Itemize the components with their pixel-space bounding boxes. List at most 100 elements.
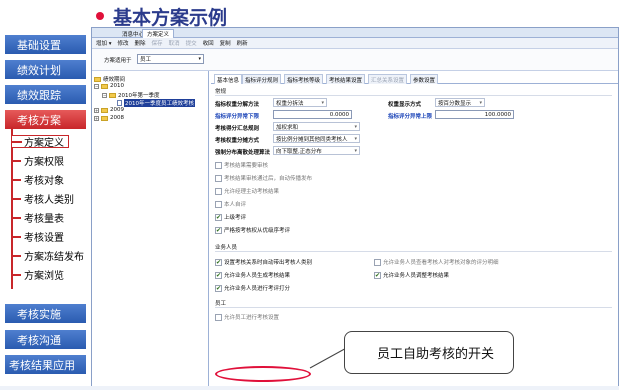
nav-result-application[interactable]: 考核结果应用 xyxy=(5,355,86,374)
sub-nav-plan-browse[interactable]: 方案浏览 xyxy=(11,268,64,282)
sub-nav-plan-permission[interactable]: 方案权限 xyxy=(11,154,64,168)
nav-assessment-communication[interactable]: 考核沟通 xyxy=(5,330,86,349)
apply-to-select[interactable]: 员工 ▾ xyxy=(137,54,204,64)
tick-mark xyxy=(11,254,21,257)
tab-basic-info[interactable]: 基本信息 xyxy=(214,74,243,84)
checkbox-box: ✔ xyxy=(215,226,222,234)
section-general: 常规 xyxy=(215,89,227,95)
tree-label: 2009 xyxy=(110,107,124,113)
chevron-down-icon: ▾ xyxy=(198,56,201,62)
withdraw-button[interactable]: 收回 xyxy=(203,39,214,47)
sub-nav-assessment-settings[interactable]: 考核设置 xyxy=(11,230,64,244)
summary-rule-select[interactable]: 加权求和 ▾ xyxy=(273,122,360,131)
manager-result-checkbox[interactable]: 允许经理主动考核结果 xyxy=(215,187,279,195)
checkbox-label: 允许业务人员查看考核人对考核对象的评分明细 xyxy=(383,260,499,266)
weight-display-select[interactable]: 按百分数显示 ▾ xyxy=(435,98,485,107)
edit-button[interactable]: 修改 xyxy=(118,39,129,47)
score-upper-label: 指标评分异常上限 xyxy=(388,114,433,120)
page-title: 基本方案示例 xyxy=(113,7,228,29)
employee-self-assessment-checkbox[interactable]: 允许员工进行考核设置 xyxy=(215,313,279,321)
tree-node-2010[interactable]: − 2010 xyxy=(94,83,124,89)
tree-label: 2008 xyxy=(110,115,124,121)
score-lower-label: 指标评分异常下限 xyxy=(215,114,260,120)
staff-scoring-checkbox[interactable]: ✔ 允许业务人员进行考评打分 xyxy=(215,284,290,292)
cancel-button[interactable]: 取消 xyxy=(169,39,180,47)
tab-grade-levels[interactable]: 指标考核等级 xyxy=(284,74,324,84)
nav-performance-plan[interactable]: 绩效计划 xyxy=(5,60,86,79)
superior-evaluation-checkbox[interactable]: ✔ 上级考评 xyxy=(215,213,246,221)
score-upper-input[interactable]: 100.0000 xyxy=(435,110,514,119)
tick-mark xyxy=(11,197,21,200)
sub-nav-assessment-scale[interactable]: 考核量表 xyxy=(11,211,64,225)
auto-publish-checkbox[interactable]: 考核结果审核通过后，自动传播发布 xyxy=(215,174,312,182)
sub-nav-label: 考核量表 xyxy=(24,214,64,225)
tree-label: 绩效期间 xyxy=(103,77,126,83)
checkbox-box: ✔ xyxy=(215,258,222,266)
sub-nav-label: 方案定义 xyxy=(24,138,64,149)
score-lower-input[interactable]: 0.0000 xyxy=(273,110,352,119)
tree-node-2009[interactable]: +2009 xyxy=(94,107,124,113)
result-audit-checkbox[interactable]: 考核结果需要审核 xyxy=(215,161,268,169)
refresh-button[interactable]: 刷新 xyxy=(237,39,248,47)
apply-to-row: 方案适用于 员工 ▾ xyxy=(92,49,618,71)
sub-nav-assessment-target[interactable]: 考核对象 xyxy=(11,173,64,187)
apply-to-label: 方案适用于 xyxy=(104,58,132,64)
checkbox-box: ✔ xyxy=(215,213,222,221)
divider xyxy=(215,251,612,252)
collapse-icon[interactable]: − xyxy=(102,92,107,98)
delete-button[interactable]: 删除 xyxy=(135,39,146,47)
tree-node-2008[interactable]: +2008 xyxy=(94,115,124,121)
checkbox-label: 允许员工进行考核设置 xyxy=(224,315,280,321)
expand-icon[interactable]: + xyxy=(94,107,99,113)
nav-assessment-plan[interactable]: 考核方案 xyxy=(5,110,86,129)
folder-icon xyxy=(101,83,108,89)
tree-node-root[interactable]: 绩效期间 xyxy=(94,75,125,83)
weight-display-value: 按百分数显示 xyxy=(438,100,472,107)
copy-button[interactable]: 复制 xyxy=(220,39,231,47)
nav-assessment-implementation[interactable]: 考核实施 xyxy=(5,304,86,323)
tab-parameter-settings[interactable]: 参数设置 xyxy=(410,74,439,84)
self-evaluation-checkbox[interactable]: 本人自评 xyxy=(215,200,246,208)
sub-nav-label: 方案浏览 xyxy=(24,271,64,282)
forced-dist-select[interactable]: 向下取整,正态分布 ▾ xyxy=(273,146,360,155)
checkbox-box xyxy=(215,187,222,195)
chevron-down-icon: ▾ xyxy=(354,136,357,142)
strict-order-checkbox[interactable]: ✔ 严格按考核权从优级序考评 xyxy=(215,226,290,234)
folder-icon xyxy=(109,92,116,98)
staff-view-detail-checkbox[interactable]: 允许业务人员查看考核人对考核对象的评分明细 xyxy=(374,258,499,266)
add-button[interactable]: 增加 ▾ xyxy=(96,39,112,47)
checkbox-box xyxy=(215,313,222,321)
sub-nav-plan-definition[interactable]: 方案定义 xyxy=(11,135,69,149)
tree-node-plan[interactable]: 2010年一季度员工绩效考核 xyxy=(117,99,195,107)
sub-nav-assessor-category[interactable]: 考核人类别 xyxy=(11,192,74,206)
collapse-icon[interactable]: − xyxy=(94,83,99,89)
tick-mark xyxy=(11,216,21,219)
divider xyxy=(215,307,612,308)
auto-assessor-category-checkbox[interactable]: ✔ 设置考核关系时自动带出考核人类别 xyxy=(215,258,312,266)
weight-display-label: 权重显示方式 xyxy=(388,102,422,108)
staff-adjust-result-checkbox[interactable]: ✔ 允许业务人员调整考核结果 xyxy=(374,271,449,279)
tree-node-2010-q1[interactable]: − 2010年第一季度 xyxy=(102,91,160,99)
sub-nav-plan-freeze-publish[interactable]: 方案冻结发布 xyxy=(11,249,84,263)
tab-result-settings[interactable]: 考核结果设置 xyxy=(326,74,366,84)
checkbox-box xyxy=(215,200,222,208)
tab-summary-relations[interactable]: 汇总关系设置 xyxy=(368,74,408,84)
staff-generate-result-checkbox[interactable]: ✔ 允许业务人员生成考核结果 xyxy=(215,271,290,279)
checkbox-label: 允许经理主动考核结果 xyxy=(224,189,280,195)
tick-mark xyxy=(12,140,22,143)
tick-mark xyxy=(11,235,21,238)
calc-method-select[interactable]: 权重分拆法 ▾ xyxy=(273,98,327,107)
checkbox-box xyxy=(215,174,222,182)
section-employee: 员工 xyxy=(215,301,227,307)
calc-method-value: 权重分拆法 xyxy=(276,100,304,107)
tab-plan-definition[interactable]: 方案定义 xyxy=(142,29,175,38)
weight-alloc-select[interactable]: 按比例分摊到其他同类考核人 ▾ xyxy=(273,134,360,143)
nav-basic-settings[interactable]: 基础设置 xyxy=(5,35,86,54)
tree-label: 2010 xyxy=(110,83,124,89)
expand-icon[interactable]: + xyxy=(94,115,99,121)
tab-score-rules[interactable]: 指标评分规则 xyxy=(242,74,282,84)
sub-nav-line xyxy=(11,127,13,289)
nav-performance-tracking[interactable]: 绩效跟踪 xyxy=(5,85,86,104)
submit-button[interactable]: 提交 xyxy=(186,39,197,47)
save-button[interactable]: 保存 xyxy=(152,39,163,47)
